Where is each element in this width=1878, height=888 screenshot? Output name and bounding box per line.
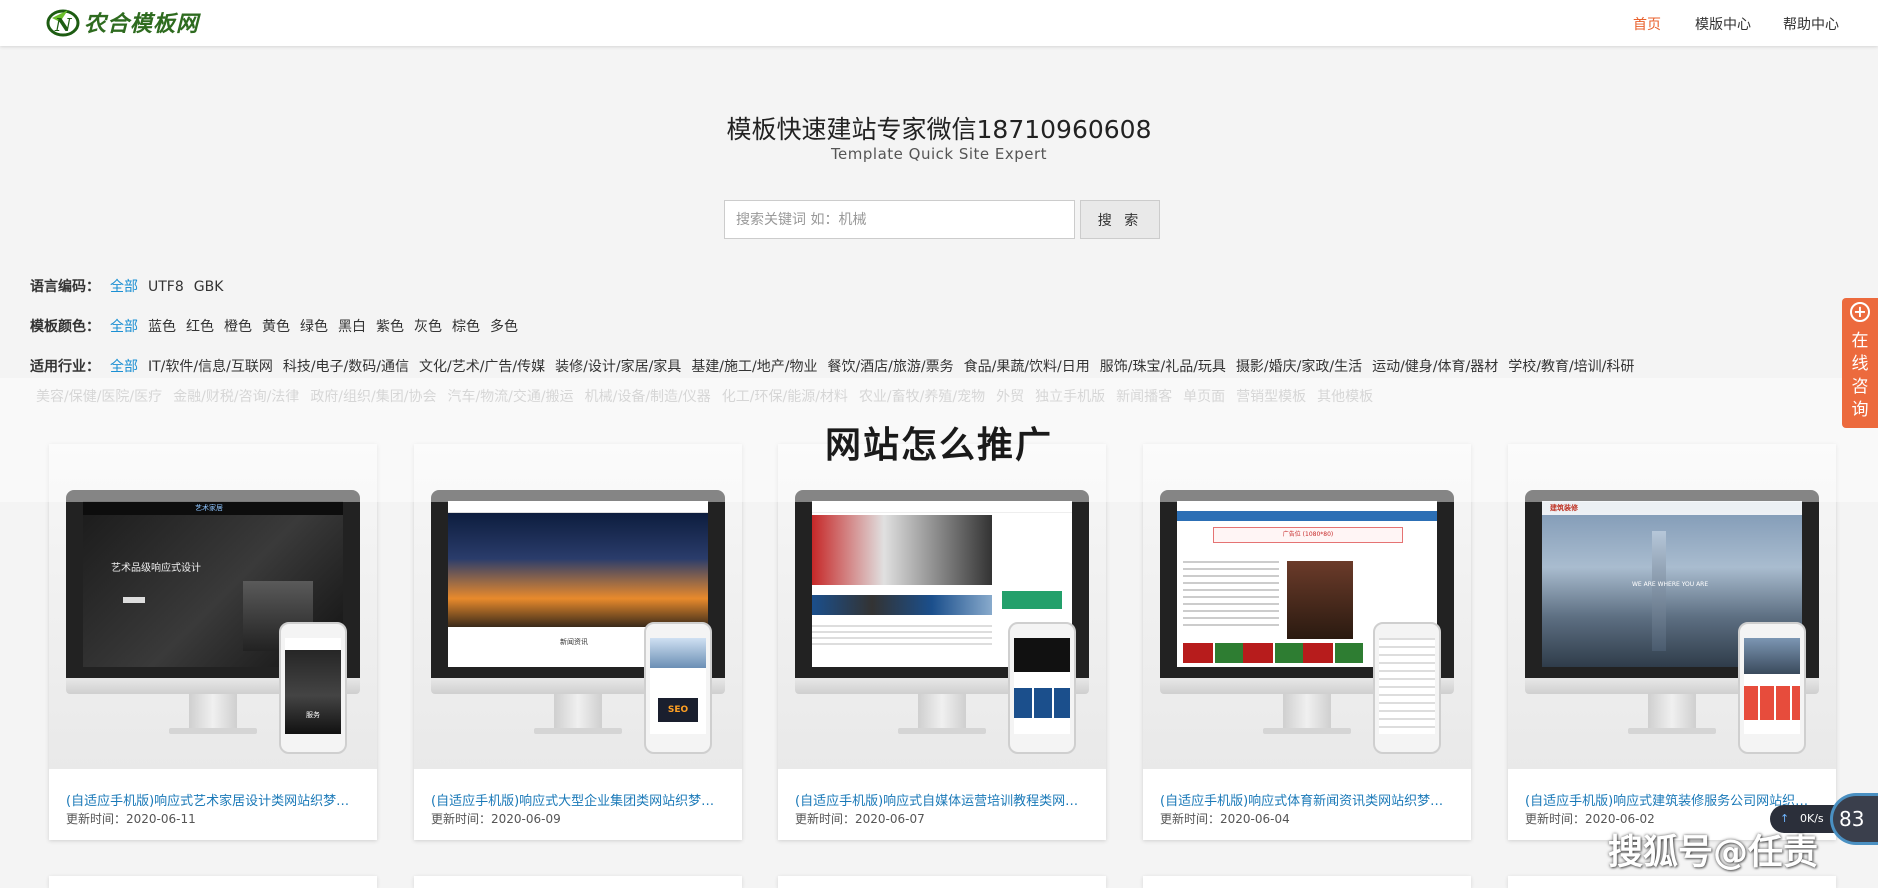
speed-percent: 83	[1830, 793, 1878, 845]
filter-option[interactable]: 绿色	[300, 319, 328, 335]
filter-option[interactable]: 灰色	[414, 319, 442, 335]
preview-headline: WE ARE WHERE YOU ARE	[1632, 581, 1709, 588]
filter-language-label: 语言编码：	[30, 279, 100, 295]
phone-preview-text: 服务	[306, 711, 320, 719]
filter-option[interactable]: 黑白	[338, 319, 366, 335]
template-date: 更新时间：2020-06-07	[795, 812, 925, 826]
filter-industry: 适用行业： 全部 IT/软件/信息/互联网 科技/电子/数码/通信 文化/艺术/广告/传…	[30, 356, 1634, 376]
monitor-base	[534, 728, 622, 734]
filter-color-label: 模板颜色：	[30, 319, 100, 335]
monitor-stand	[554, 694, 602, 728]
phone-preview-text: SEO	[658, 698, 698, 722]
filter-option[interactable]: 红色	[186, 319, 214, 335]
template-title[interactable]: (自适应手机版)响应式自媒体运营培训教程类网站织梦...	[795, 790, 1091, 809]
template-title[interactable]: (自适应手机版)响应式艺术家居设计类网站织梦模板 H...	[66, 790, 362, 809]
watermark: 搜狐号@任责	[1608, 833, 1819, 873]
template-card[interactable]: 新闻资讯 SEO (自适应手机版)响应式大型企业集团类网站织梦模板 H... 更…	[414, 444, 742, 840]
filter-option[interactable]: IT/软件/信息/互联网	[148, 359, 273, 375]
filter-option[interactable]: 全部	[110, 359, 138, 375]
template-date: 更新时间：2020-06-09	[431, 812, 561, 826]
filter-option[interactable]: 橙色	[224, 319, 252, 335]
filter-option[interactable]: GBK	[194, 279, 224, 295]
template-card[interactable]	[414, 876, 742, 888]
monitor-stand	[189, 694, 237, 728]
monitor-stand	[1283, 694, 1331, 728]
filter-option[interactable]: 科技/电子/数码/通信	[283, 359, 409, 375]
consult-label: 在线咨询	[1851, 331, 1869, 420]
preview-brand: 艺术家居	[195, 504, 223, 512]
monitor-base	[1628, 728, 1716, 734]
site-logo[interactable]: N 农合模板网	[46, 6, 199, 38]
filter-option[interactable]: 棕色	[452, 319, 480, 335]
plus-icon: +	[1850, 302, 1870, 322]
template-card[interactable]: 艺术家居 艺术品级响应式设计 服务 (自适应手机版)响应式艺术家居设计类网站织梦…	[49, 444, 377, 840]
phone-mockup: SEO	[644, 622, 712, 754]
phone-mockup: 服务	[279, 622, 347, 754]
phone-mockup	[1008, 622, 1076, 754]
filter-option[interactable]: 多色	[490, 319, 518, 335]
filter-option[interactable]: 运动/健身/体育/器材	[1372, 359, 1498, 375]
filter-option[interactable]: 装修/设计/家居/家具	[555, 359, 681, 375]
filter-option[interactable]: 学校/教育/培训/科研	[1508, 359, 1634, 375]
preview-headline: 广告位 (1080*80)	[1213, 527, 1403, 543]
filter-language: 语言编码： 全部 UTF8 GBK	[30, 276, 223, 296]
monitor-base	[1263, 728, 1351, 734]
nav-help-center[interactable]: 帮助中心	[1783, 14, 1839, 34]
monitor-base	[169, 728, 257, 734]
template-title[interactable]: (自适应手机版)响应式大型企业集团类网站织梦模板 H...	[431, 790, 727, 809]
preview-headline: 新闻资讯	[560, 638, 588, 646]
filter-color: 模板颜色： 全部 蓝色 红色 橙色 黄色 绿色 黑白 紫色 灰色 棕色 多色	[30, 316, 518, 336]
top-navbar: N 农合模板网 首页 模版中心 帮助中心	[0, 0, 1878, 46]
nav-home[interactable]: 首页	[1633, 14, 1661, 34]
search-button[interactable]: 搜 索	[1080, 200, 1160, 239]
search-input[interactable]	[724, 200, 1075, 239]
template-card[interactable]	[49, 876, 377, 888]
template-card[interactable]	[1143, 876, 1471, 888]
phone-mockup	[1373, 622, 1441, 754]
template-card[interactable]: (自适应手机版)响应式自媒体运营培训教程类网站织梦... 更新时间：2020-0…	[778, 444, 1106, 840]
filter-option[interactable]: 全部	[110, 319, 138, 335]
template-date: 更新时间：2020-06-11	[66, 812, 196, 826]
phone-mockup	[1738, 622, 1806, 754]
filter-option[interactable]: 紫色	[376, 319, 404, 335]
overlay-title: 网站怎么推广	[824, 425, 1053, 466]
filter-option[interactable]: 餐饮/酒店/旅游/票务	[827, 359, 953, 375]
logo-text: 农合模板网	[84, 11, 200, 37]
monitor-stand	[918, 694, 966, 728]
template-date: 更新时间：2020-06-04	[1160, 812, 1290, 826]
filter-industry-label: 适用行业：	[30, 359, 100, 375]
filter-option[interactable]: 全部	[110, 279, 138, 295]
logo-n-icon: N	[46, 6, 80, 38]
filter-option[interactable]: 黄色	[262, 319, 290, 335]
filter-option[interactable]: 服饰/珠宝/礼品/玩具	[1100, 359, 1226, 375]
filter-option[interactable]: 基建/施工/地产/物业	[691, 359, 817, 375]
preview-headline: 艺术品级响应式设计	[111, 563, 201, 574]
monitor-base	[898, 728, 986, 734]
filter-option[interactable]: UTF8	[148, 279, 184, 295]
preview-brand: 建筑装修	[1550, 504, 1578, 512]
filter-option[interactable]: 文化/艺术/广告/传媒	[419, 359, 545, 375]
template-card[interactable]	[1508, 876, 1836, 888]
filter-option[interactable]: 蓝色	[148, 319, 176, 335]
template-card[interactable]	[778, 876, 1106, 888]
hero-subtitle: Template Quick Site Expert	[830, 145, 1048, 163]
filter-option[interactable]: 食品/果蔬/饮料/日用	[964, 359, 1090, 375]
template-card[interactable]: 建筑装修 WE ARE WHERE YOU ARE (自适应手机版)响应式建筑装…	[1508, 444, 1836, 840]
template-title[interactable]: (自适应手机版)响应式体育新闻资讯类网站织梦模板 H...	[1160, 790, 1456, 809]
svg-text:N: N	[54, 15, 73, 36]
monitor-stand	[1648, 694, 1696, 728]
filter-option[interactable]: 摄影/婚庆/家政/生活	[1236, 359, 1362, 375]
online-consult-tab[interactable]: + 在线咨询	[1842, 298, 1878, 428]
nav-template-center[interactable]: 模版中心	[1695, 14, 1751, 34]
hero-title: 模板快速建站专家微信18710960608	[726, 115, 1152, 144]
template-card[interactable]: 广告位 (1080*80) (自适应手机版)响应式体育新闻资讯类网站织梦模板 H…	[1143, 444, 1471, 840]
